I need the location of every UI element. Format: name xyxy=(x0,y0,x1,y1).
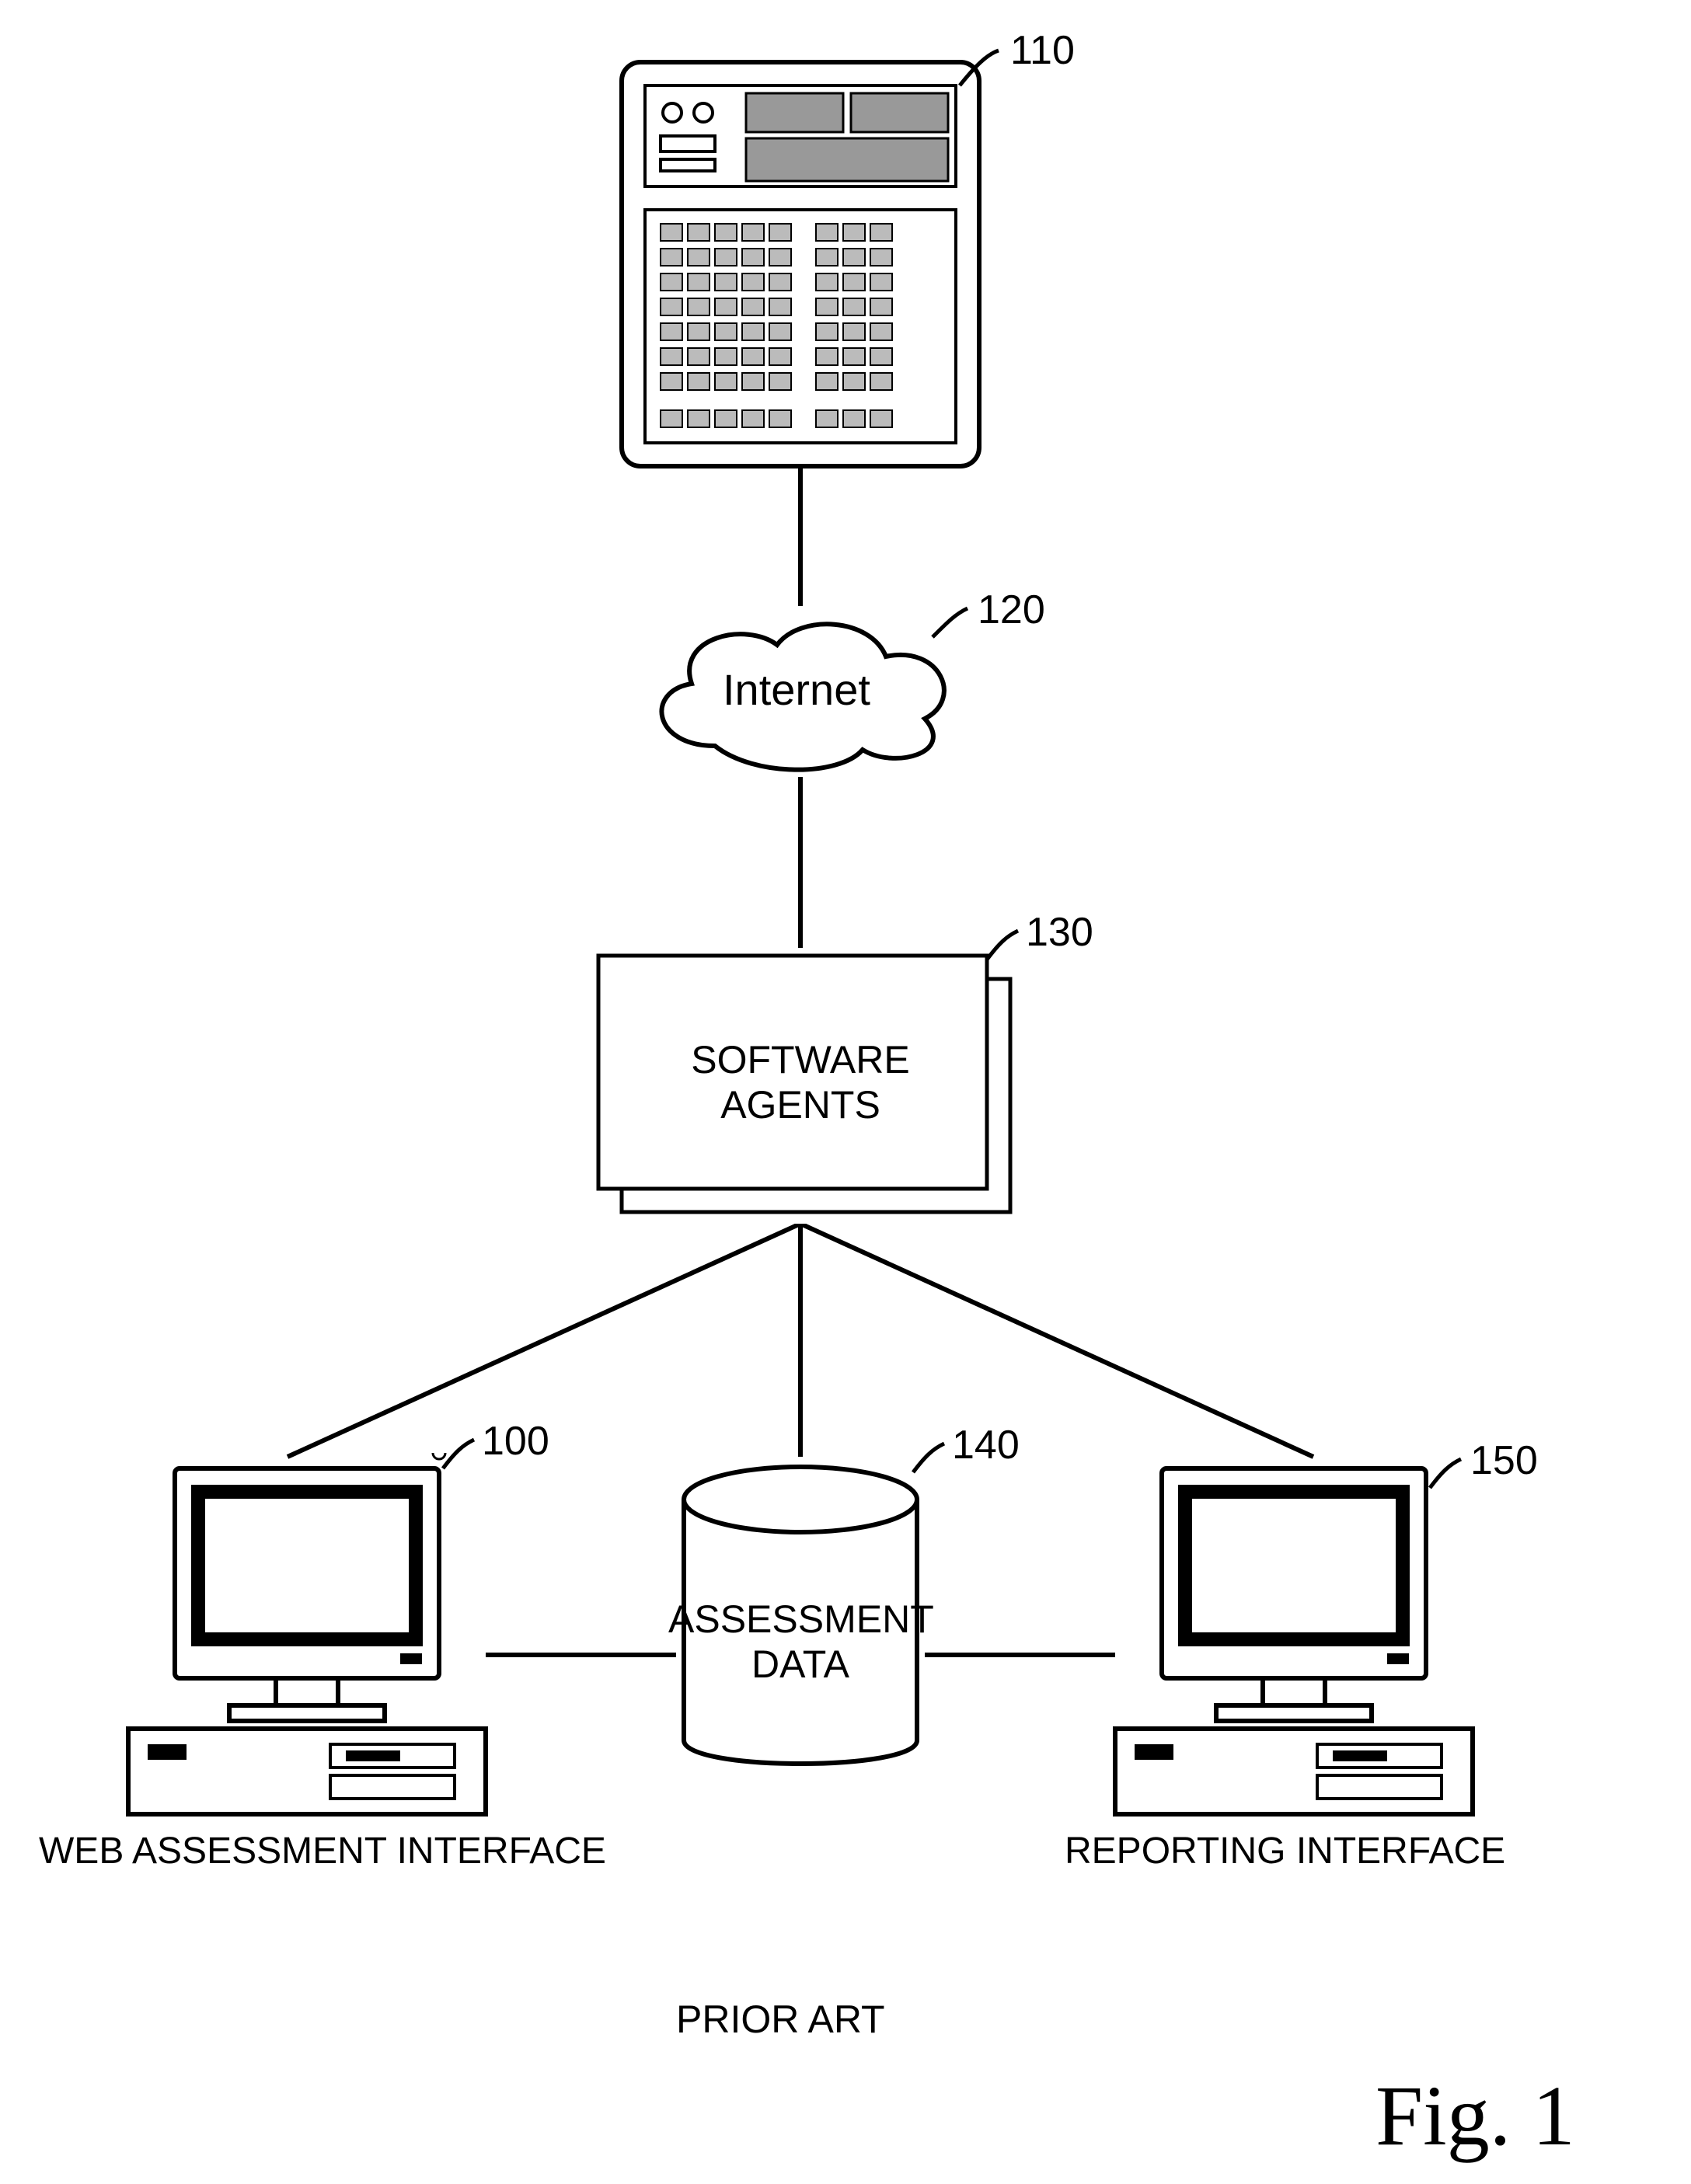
pc-right-caption: REPORTING INTERFACE xyxy=(1065,1830,1505,1872)
ref-db: 140 xyxy=(952,1422,1020,1468)
prior-art-label: PRIOR ART xyxy=(676,1997,885,2042)
db-label-1: ASSESSMENT xyxy=(668,1597,933,1642)
diagram-canvas: 110 Internet 120 SOFTWARE AGENTS 130 100… xyxy=(0,0,1691,2184)
ref-pc-left: 100 xyxy=(482,1418,549,1465)
pc-left-caption: WEB ASSESSMENT INTERFACE xyxy=(39,1830,606,1872)
ref-agents: 130 xyxy=(1026,909,1093,956)
db-label-2: DATA xyxy=(668,1642,933,1687)
edge-db-pcright xyxy=(925,1651,1115,1659)
agents-label-1: SOFTWARE xyxy=(676,1037,925,1082)
ref-pc-right: 150 xyxy=(1470,1437,1538,1484)
pc-right-node xyxy=(1100,1453,1488,1826)
pc-left-node xyxy=(113,1453,501,1826)
edge-cloud-agents xyxy=(797,777,804,948)
agents-label-2: AGENTS xyxy=(676,1082,925,1127)
server-node xyxy=(606,47,995,482)
ref-cloud: 120 xyxy=(978,587,1045,633)
edge-server-cloud xyxy=(797,466,804,606)
figure-label: Fig. 1 xyxy=(1375,2067,1575,2165)
cloud-label: Internet xyxy=(723,664,870,715)
ref-server: 110 xyxy=(1010,27,1075,74)
edge-pcleft-db xyxy=(486,1651,676,1659)
